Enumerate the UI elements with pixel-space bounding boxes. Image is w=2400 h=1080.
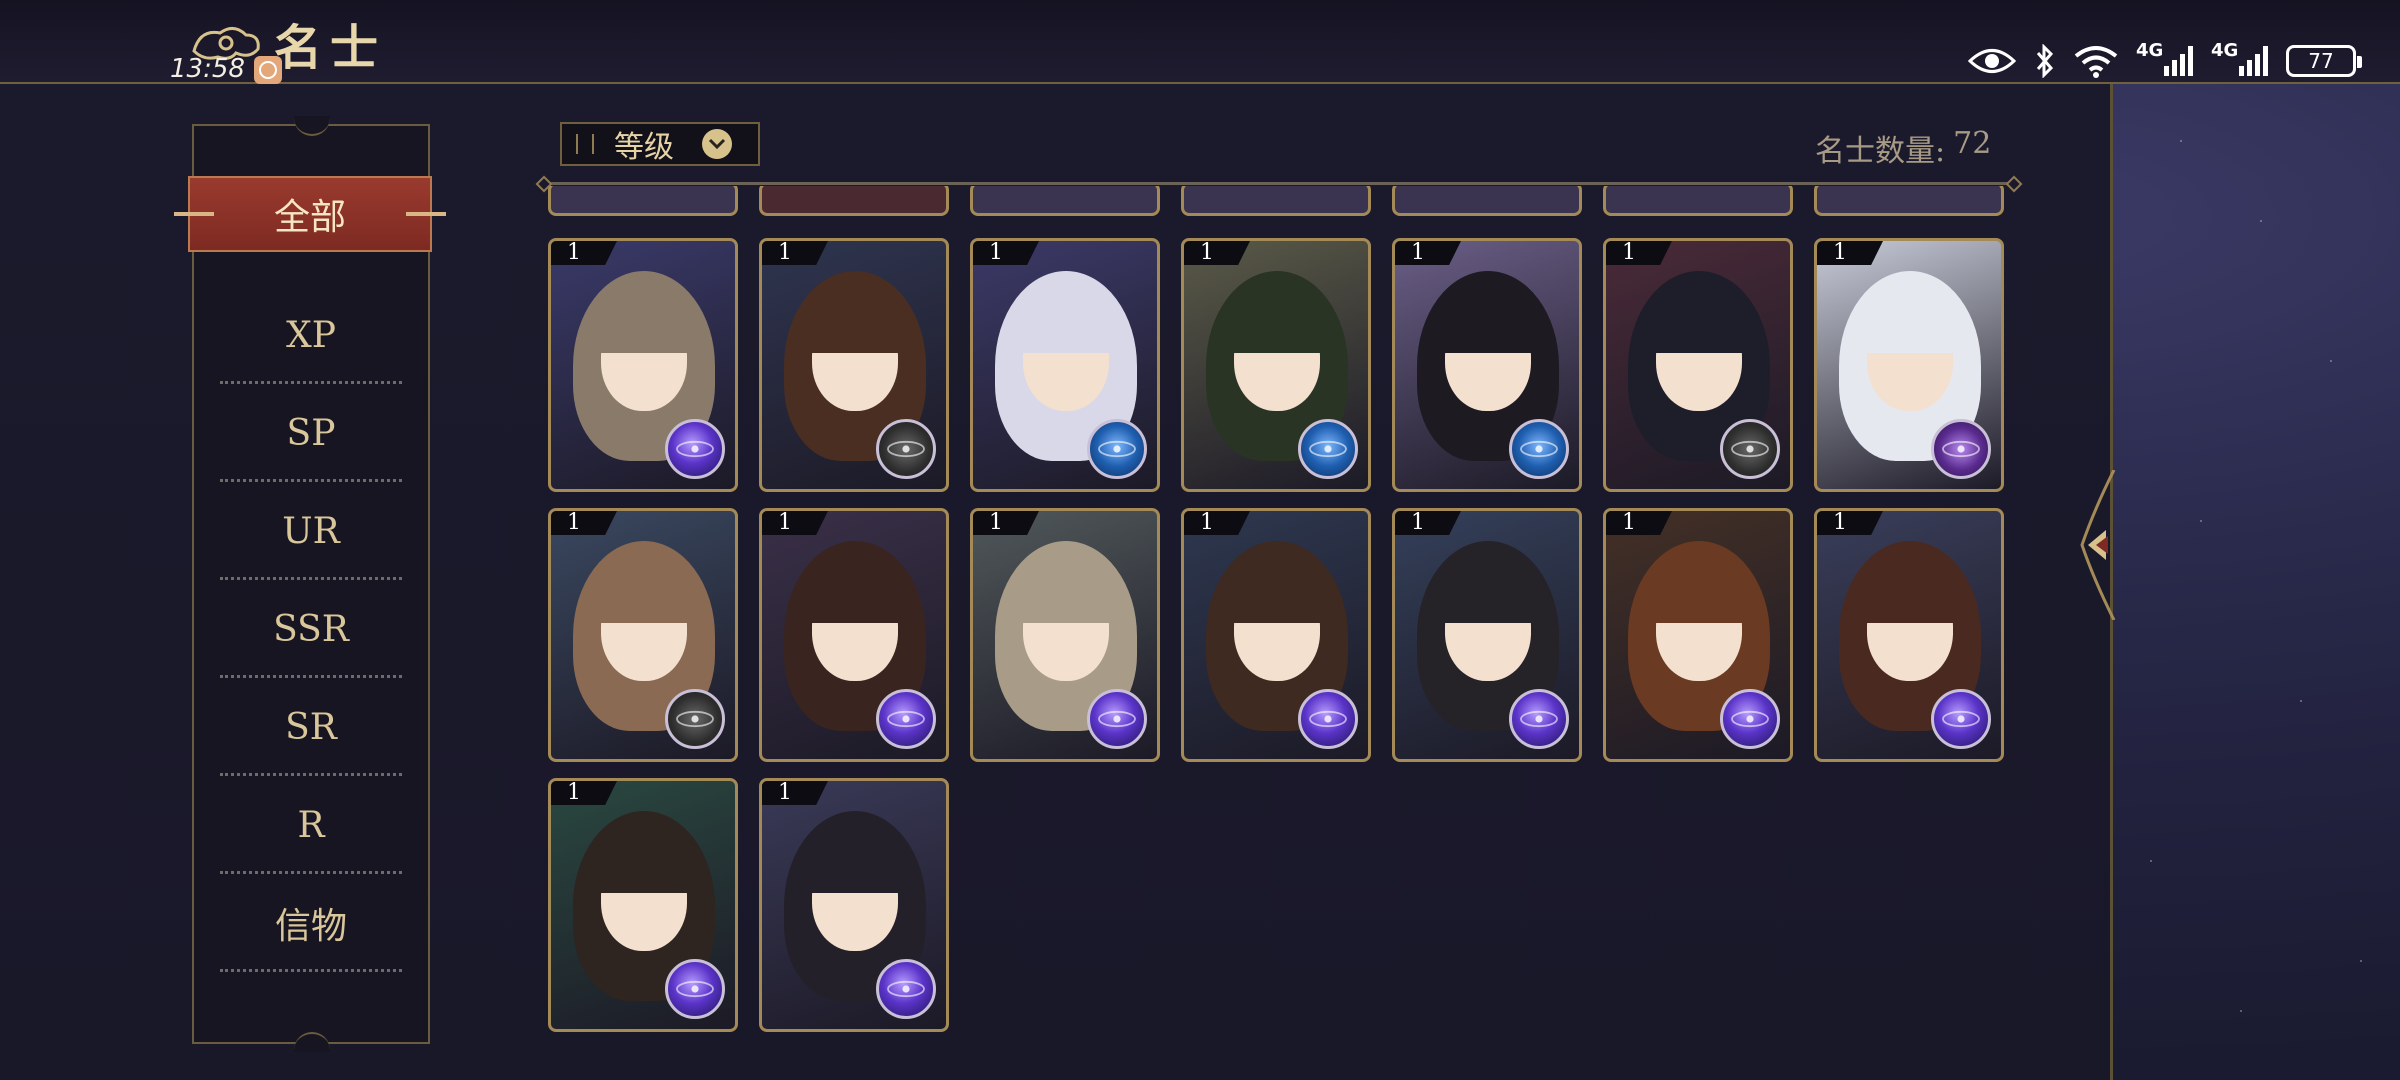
rarity-filter-sidebar: 全部 XP SP UR SSR SR R 信物	[174, 116, 446, 1052]
hero-count-label: 名士数量:	[1815, 134, 1946, 169]
purple-element-orb-icon	[1087, 689, 1147, 749]
filter-r[interactable]: R	[220, 776, 402, 874]
hero-card[interactable]: 1	[1392, 238, 1582, 492]
purple-element-orb-icon	[1931, 689, 1991, 749]
hero-card[interactable]: 1	[548, 238, 738, 492]
chevron-down-icon	[702, 129, 732, 159]
sort-label: 等级	[614, 130, 674, 165]
signal-icon-2: 4G	[2211, 40, 2268, 76]
hero-level: 1	[1817, 241, 1883, 265]
hero-card[interactable]: 1	[759, 508, 949, 762]
hero-card[interactable]: 1	[548, 508, 738, 762]
hero-level: 1	[551, 781, 617, 805]
violet-element-orb-icon	[1931, 419, 1991, 479]
collapse-panel-button[interactable]	[2074, 469, 2128, 621]
top-bar: 名士 13:58 4G 4G 77	[0, 0, 2400, 84]
hero-card[interactable]: 1	[1603, 238, 1793, 492]
purple-element-orb-icon	[1509, 689, 1569, 749]
purple-element-orb-icon	[876, 959, 936, 1019]
eye-icon	[1968, 49, 2016, 73]
hero-card[interactable]: 1	[548, 778, 738, 1032]
header-divider	[544, 182, 2014, 185]
purple-element-orb-icon	[1298, 689, 1358, 749]
hero-card-grid: 1 1 1 1 1 1 1 1 1 1 1 1 1 1 1 1	[548, 186, 2018, 1040]
hero-level: 1	[1184, 241, 1250, 265]
gray-element-orb-icon	[876, 419, 936, 479]
gray-element-orb-icon	[665, 689, 725, 749]
hero-level: 1	[973, 511, 1039, 535]
hero-card[interactable]: 1	[1181, 238, 1371, 492]
hero-card-partial[interactable]	[1392, 186, 1582, 216]
hero-card[interactable]: 1	[1181, 508, 1371, 762]
hero-level: 1	[1817, 511, 1883, 535]
hero-card[interactable]: 1	[970, 238, 1160, 492]
filter-ur[interactable]: UR	[220, 482, 402, 580]
blue-element-orb-icon	[1087, 419, 1147, 479]
hero-level: 1	[973, 241, 1039, 265]
hero-card[interactable]: 1	[1603, 508, 1793, 762]
hero-level: 1	[1395, 511, 1461, 535]
hero-count-value: 72	[1953, 126, 1992, 161]
purple-element-orb-icon	[665, 419, 725, 479]
hero-level: 1	[1606, 511, 1672, 535]
hero-level: 1	[551, 511, 617, 535]
hero-level: 1	[762, 511, 828, 535]
hero-card[interactable]: 1	[970, 508, 1160, 762]
hero-card-partial[interactable]	[1814, 186, 2004, 216]
hero-count: 名士数量: 72	[1815, 126, 1991, 170]
status-time: 13:58	[170, 54, 245, 84]
battery-icon: 77	[2286, 45, 2362, 77]
hero-card-partial[interactable]	[970, 186, 1160, 216]
page-title: 名士	[274, 20, 387, 76]
filter-sr[interactable]: SR	[220, 678, 402, 776]
filter-xp[interactable]: XP	[220, 286, 402, 384]
purple-element-orb-icon	[665, 959, 725, 1019]
hero-card-partial[interactable]	[759, 186, 949, 216]
hero-card[interactable]: 1	[1814, 238, 2004, 492]
gray-element-orb-icon	[1720, 419, 1780, 479]
hero-level: 1	[1606, 241, 1672, 265]
hero-card[interactable]: 1	[1392, 508, 1582, 762]
status-bar: 4G 4G 77	[1968, 40, 2362, 78]
filter-sp[interactable]: SP	[220, 384, 402, 482]
sort-dropdown[interactable]: 等级	[560, 122, 760, 166]
hero-card-partial[interactable]	[1603, 186, 1793, 216]
bluetooth-icon	[2036, 44, 2054, 78]
filter-ssr[interactable]: SSR	[220, 580, 402, 678]
filter-token[interactable]: 信物	[220, 874, 402, 972]
filter-all[interactable]: 全部	[174, 176, 446, 252]
hero-level: 1	[762, 241, 828, 265]
hero-card[interactable]: 1	[759, 238, 949, 492]
purple-element-orb-icon	[876, 689, 936, 749]
blue-element-orb-icon	[1298, 419, 1358, 479]
hero-level: 1	[1184, 511, 1250, 535]
hero-card[interactable]: 1	[759, 778, 949, 1032]
hero-level: 1	[551, 241, 617, 265]
signal-icon-1: 4G	[2136, 40, 2193, 76]
purple-element-orb-icon	[1720, 689, 1780, 749]
wifi-icon	[2074, 46, 2118, 78]
battery-level: 77	[2308, 49, 2334, 73]
hero-card[interactable]: 1	[1814, 508, 2004, 762]
hero-card-partial[interactable]	[1181, 186, 1371, 216]
hero-level: 1	[762, 781, 828, 805]
hero-level: 1	[1395, 241, 1461, 265]
blue-element-orb-icon	[1509, 419, 1569, 479]
app-notification-icon	[254, 56, 282, 84]
hero-card-partial[interactable]	[548, 186, 738, 216]
